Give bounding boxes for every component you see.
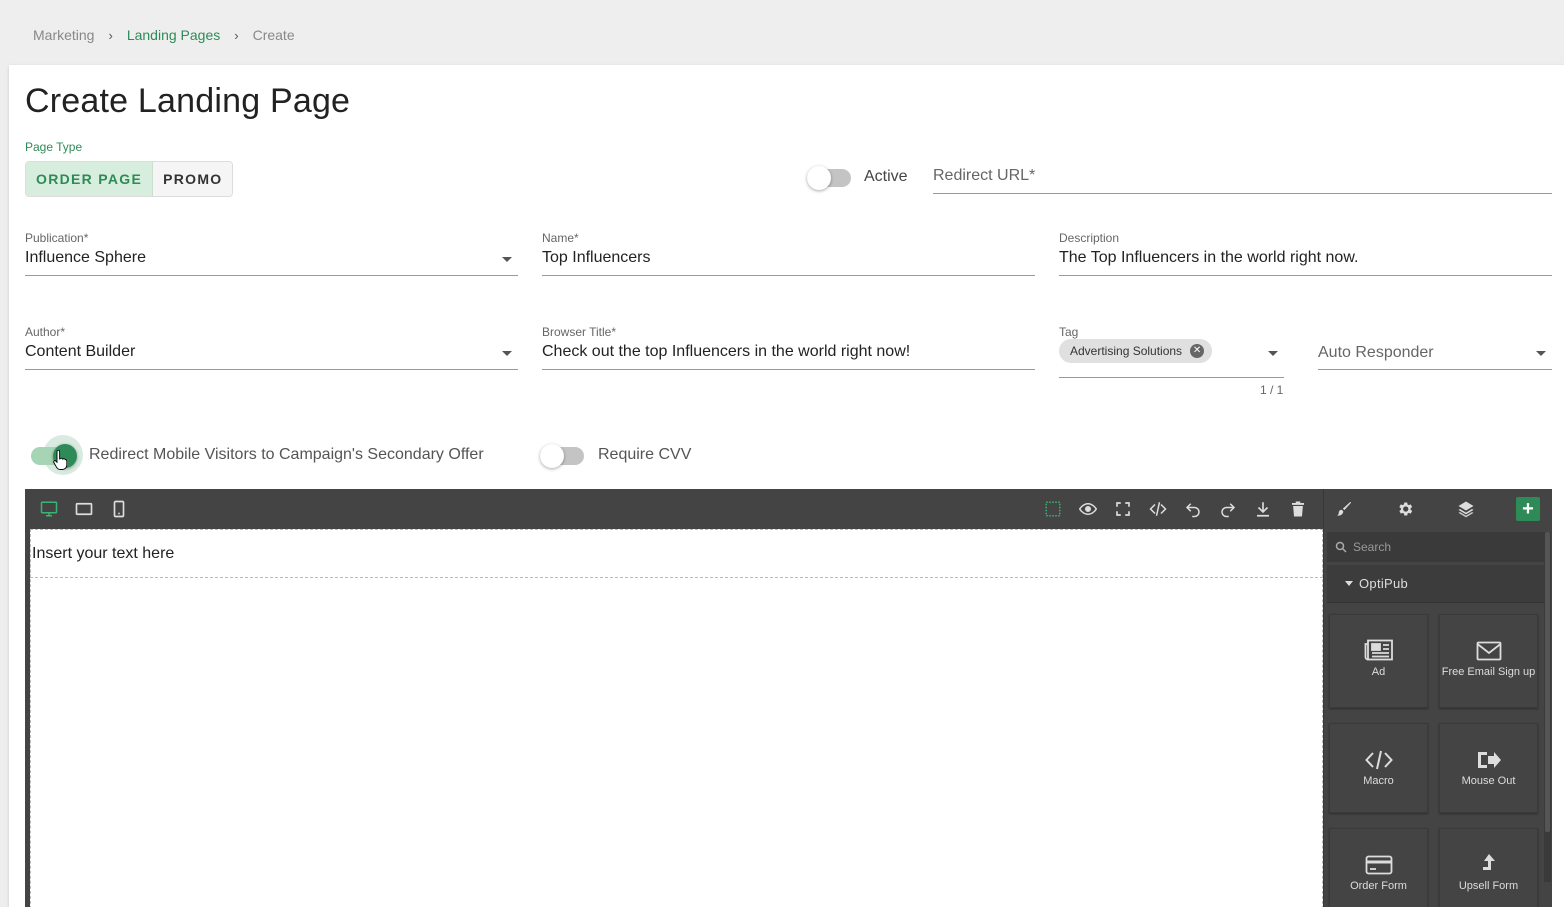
code-icon bbox=[1364, 750, 1393, 770]
tablet-icon[interactable] bbox=[72, 497, 96, 521]
publication-select[interactable]: Publication* Influence Sphere bbox=[25, 231, 518, 276]
desktop-icon[interactable] bbox=[37, 497, 61, 521]
page-builder: Insert your text here + OptiPub bbox=[25, 489, 1552, 907]
switch-thumb bbox=[540, 444, 564, 468]
active-label: Active bbox=[864, 168, 908, 185]
outline-icon[interactable] bbox=[1041, 497, 1065, 521]
tag-label: Tag bbox=[1059, 325, 1079, 339]
preview-icon[interactable] bbox=[1076, 497, 1100, 521]
caret-down-icon bbox=[502, 351, 512, 356]
brush-icon[interactable] bbox=[1332, 497, 1356, 521]
author-select[interactable]: Author* Content Builder bbox=[25, 325, 518, 370]
hand-cursor-icon bbox=[53, 450, 67, 470]
credit-card-icon bbox=[1365, 855, 1392, 875]
browser-title-value: Check out the top Influencers in the wor… bbox=[542, 343, 911, 360]
canvas-outline bbox=[30, 529, 1323, 907]
require-cvv-switch[interactable] bbox=[538, 441, 586, 469]
redo-icon[interactable] bbox=[1216, 497, 1240, 521]
newspaper-icon bbox=[1364, 639, 1393, 661]
caret-down-icon bbox=[1536, 351, 1546, 356]
block-search-input[interactable] bbox=[1353, 537, 1538, 557]
chevron-right-icon: › bbox=[108, 27, 113, 43]
tag-chip-label: Advertising Solutions bbox=[1070, 344, 1183, 358]
code-icon[interactable] bbox=[1146, 497, 1170, 521]
description-label: Description bbox=[1059, 231, 1120, 245]
block-macro[interactable]: Macro bbox=[1329, 723, 1428, 813]
exit-icon bbox=[1477, 752, 1501, 768]
block-label: Order Form bbox=[1350, 880, 1407, 892]
block-label: Macro bbox=[1363, 775, 1394, 787]
envelope-icon bbox=[1476, 641, 1501, 661]
auto-responder-placeholder: Auto Responder bbox=[1318, 344, 1434, 361]
mobile-icon[interactable] bbox=[107, 497, 131, 521]
require-cvv-label: Require CVV bbox=[598, 446, 692, 463]
group-title: OptiPub bbox=[1359, 576, 1409, 591]
search-icon bbox=[1335, 541, 1347, 553]
description-input[interactable]: Description The Top Influencers in the w… bbox=[1059, 231, 1552, 276]
chevron-right-icon: › bbox=[234, 27, 239, 43]
block-label: Mouse Out bbox=[1461, 775, 1516, 787]
gear-icon[interactable] bbox=[1393, 497, 1417, 521]
block-label: Ad bbox=[1371, 666, 1386, 678]
browser-title-input[interactable]: Browser Title* Check out the top Influen… bbox=[542, 325, 1035, 370]
block-order-form[interactable]: Order Form bbox=[1329, 828, 1428, 907]
block-label: Upsell Form bbox=[1458, 880, 1519, 892]
block-upsell-form[interactable]: Upsell Form bbox=[1439, 828, 1538, 907]
tag-counter: 1 / 1 bbox=[1260, 383, 1284, 397]
author-label: Author* bbox=[25, 325, 66, 339]
canvas-text-block[interactable]: Insert your text here bbox=[30, 529, 1323, 578]
block-label: Free Email Sign up bbox=[1441, 666, 1536, 678]
turn-up-icon bbox=[1482, 854, 1495, 870]
blocks-panel: + OptiPub Ad Free Email Sign up bbox=[1323, 489, 1552, 907]
publication-value: Influence Sphere bbox=[25, 249, 146, 266]
publication-label: Publication* bbox=[25, 231, 89, 245]
block-search bbox=[1327, 532, 1545, 562]
author-value: Content Builder bbox=[25, 343, 136, 360]
page-type-label: Page Type bbox=[25, 140, 83, 154]
breadcrumb: Marketing › Landing Pages › Create bbox=[33, 27, 295, 43]
page-type-toggle: ORDER PAGE PROMO bbox=[25, 161, 234, 197]
undo-icon[interactable] bbox=[1181, 497, 1205, 521]
close-icon[interactable]: ✕ bbox=[1190, 344, 1205, 358]
name-label: Name* bbox=[542, 231, 579, 245]
active-switch[interactable] bbox=[805, 163, 853, 191]
trash-icon[interactable] bbox=[1286, 497, 1310, 521]
page-title: Create Landing Page bbox=[25, 82, 351, 120]
switch-thumb bbox=[807, 166, 831, 190]
block-free-email-signup[interactable]: Free Email Sign up bbox=[1439, 614, 1538, 708]
caret-down-icon bbox=[1268, 351, 1278, 356]
auto-responder-select[interactable]: Auto Responder bbox=[1318, 344, 1552, 370]
block-mouse-out[interactable]: Mouse Out bbox=[1439, 723, 1538, 813]
editor-toolbar bbox=[25, 489, 1323, 529]
redirect-url-placeholder: Redirect URL* bbox=[933, 167, 1036, 184]
layers-icon[interactable] bbox=[1454, 497, 1478, 521]
breadcrumb-marketing[interactable]: Marketing bbox=[33, 27, 94, 43]
caret-down-icon bbox=[1345, 581, 1353, 586]
breadcrumb-landing-pages[interactable]: Landing Pages bbox=[127, 27, 220, 43]
order-page-button[interactable]: ORDER PAGE bbox=[26, 162, 154, 196]
breadcrumb-create: Create bbox=[252, 27, 295, 43]
tag-chip: Advertising Solutions ✕ bbox=[1059, 339, 1213, 363]
caret-down-icon bbox=[502, 257, 512, 262]
editor-canvas[interactable]: Insert your text here bbox=[30, 529, 1323, 907]
plus-icon[interactable]: + bbox=[1516, 497, 1540, 521]
scrollbar-thumb[interactable] bbox=[1545, 532, 1550, 832]
name-input[interactable]: Name* Top Influencers bbox=[542, 231, 1035, 276]
name-value: Top Influencers bbox=[542, 249, 651, 266]
panel-toolbar: + bbox=[1324, 489, 1553, 529]
block-ad[interactable]: Ad bbox=[1329, 614, 1428, 708]
promo-button[interactable]: PROMO bbox=[153, 162, 233, 196]
redirect-url-field[interactable]: Redirect URL* bbox=[933, 167, 1552, 194]
fullscreen-icon[interactable] bbox=[1111, 497, 1135, 521]
browser-title-label: Browser Title* bbox=[542, 325, 617, 339]
panel-scrollbar[interactable] bbox=[1544, 532, 1551, 882]
description-value: The Top Influencers in the world right n… bbox=[1059, 249, 1359, 266]
optipub-group-header[interactable]: OptiPub bbox=[1327, 565, 1545, 603]
tag-select[interactable]: Tag Advertising Solutions ✕ bbox=[1059, 325, 1284, 378]
redirect-mobile-label: Redirect Mobile Visitors to Campaign's S… bbox=[89, 446, 484, 463]
download-icon[interactable] bbox=[1251, 497, 1275, 521]
